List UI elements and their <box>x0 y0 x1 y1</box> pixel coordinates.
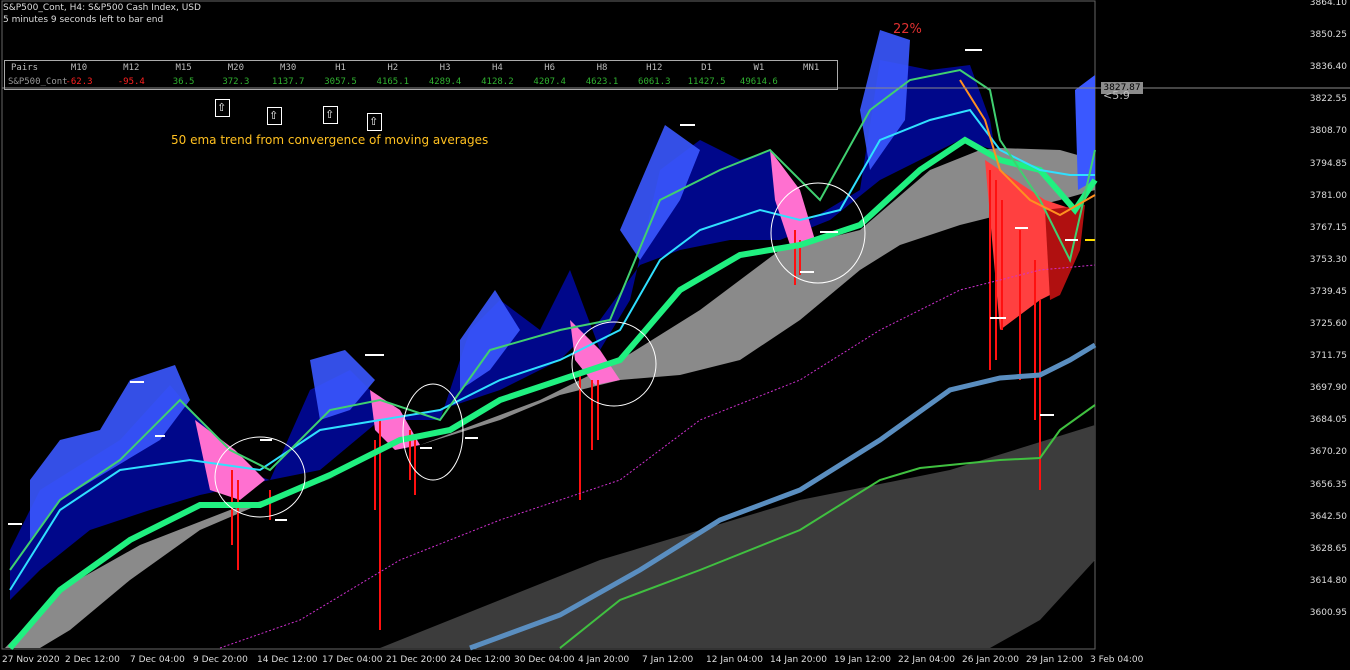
tf-header-mn1: MN1 <box>803 63 820 73</box>
price-tick: 3794.85 <box>1309 158 1347 169</box>
time-tick: 27 Nov 2020 <box>2 655 60 665</box>
time-tick: 14 Dec 12:00 <box>257 655 318 665</box>
time-tick: 7 Dec 04:00 <box>130 655 185 665</box>
price-tick: 3656.35 <box>1309 479 1347 490</box>
price-tick: 3711.75 <box>1309 351 1347 362</box>
time-tick: 3 Feb 04:00 <box>1090 655 1144 665</box>
tf-value-d1: 11427.5 <box>687 77 726 87</box>
tf-header-m30: M30 <box>280 63 297 73</box>
time-tick: 29 Jan 12:00 <box>1026 655 1083 665</box>
price-tick: 3642.50 <box>1309 511 1347 522</box>
countdown-timer: <5:9 <box>1103 89 1130 102</box>
tf-header-d1: D1 <box>701 63 713 73</box>
time-tick: 14 Jan 20:00 <box>770 655 827 665</box>
price-tick: 3753.30 <box>1309 254 1347 265</box>
time-tick: 21 Dec 20:00 <box>386 655 447 665</box>
tf-value-w1: 49614.6 <box>739 77 778 87</box>
price-tick: 3767.15 <box>1309 222 1347 233</box>
price-axis[interactable]: 3864.10 3850.25 3836.40 3822.55 3808.70 3794.… <box>1096 0 1350 670</box>
up-arrow-icon <box>367 113 382 131</box>
tf-header-m12: M12 <box>123 63 140 73</box>
price-tick: 3628.65 <box>1309 543 1347 554</box>
tf-value-m12: -95.4 <box>117 77 145 87</box>
timeframe-strength-panel: Pairs S&P500_Cont M10 -62.3 M12 -95.4 M15 36.… <box>4 60 838 90</box>
annotation-note: 50 ema trend from convergence of moving … <box>171 133 489 147</box>
tf-value-m20: 372.3 <box>222 77 250 87</box>
long-ma-cloud <box>380 425 1095 648</box>
time-tick: 2 Dec 12:00 <box>65 655 120 665</box>
tf-value-h8: 4623.1 <box>585 77 619 87</box>
price-tick: 3614.80 <box>1309 575 1347 586</box>
price-tick: 3739.45 <box>1309 286 1347 297</box>
tf-value-h2: 4165.1 <box>376 77 410 87</box>
price-tick: 3808.70 <box>1309 126 1347 137</box>
price-tick: 3864.10 <box>1309 0 1347 8</box>
time-tick: 4 Jan 20:00 <box>578 655 630 665</box>
time-tick: 7 Jan 12:00 <box>642 655 694 665</box>
up-arrow-icon <box>267 107 282 125</box>
price-tick: 3836.40 <box>1309 62 1347 73</box>
time-tick: 9 Dec 20:00 <box>193 655 248 665</box>
percent-label: 22% <box>893 22 922 37</box>
time-tick: 17 Dec 04:00 <box>322 655 383 665</box>
tf-value-m30: 1137.7 <box>271 77 305 87</box>
price-tick: 3697.90 <box>1309 383 1347 394</box>
up-arrow-icon <box>323 106 338 124</box>
tf-header-h8: H8 <box>596 63 608 73</box>
price-tick: 3725.60 <box>1309 319 1347 329</box>
bar-timer-text: 5 minutes 9 seconds left to bar end <box>3 15 164 25</box>
time-tick: 19 Jan 12:00 <box>834 655 891 665</box>
tf-header-m20: M20 <box>227 63 245 73</box>
tf-header-m10: M10 <box>70 63 88 73</box>
price-tick: 3600.95 <box>1309 607 1347 618</box>
price-tick: 3684.05 <box>1309 415 1347 426</box>
up-arrow-icon <box>215 99 230 117</box>
bull-candles-6 <box>1075 75 1095 190</box>
time-tick: 26 Jan 20:00 <box>962 655 1019 665</box>
tf-header-w1: W1 <box>753 63 765 73</box>
tf-value-h6: 4207.4 <box>533 77 566 87</box>
tf-header-h12: H12 <box>646 63 663 73</box>
tf-header-h3: H3 <box>439 63 451 73</box>
price-tick: 3850.25 <box>1309 30 1347 41</box>
price-tick: 3781.00 <box>1309 190 1347 201</box>
tf-value-m10: -62.3 <box>65 77 93 87</box>
time-tick: 30 Dec 04:00 <box>514 655 575 665</box>
tf-value-m15: 36.5 <box>172 77 195 87</box>
price-tick: 3822.55 <box>1309 94 1347 105</box>
time-tick: 12 Jan 04:00 <box>706 655 763 665</box>
tf-value-h4: 4128.2 <box>481 77 514 87</box>
time-tick: 22 Jan 04:00 <box>898 655 955 665</box>
tf-header-h6: H6 <box>544 63 556 73</box>
tf-header-h2: H2 <box>387 63 399 73</box>
tf-header-m15: M15 <box>175 63 192 73</box>
chart-symbol-header: S&P500_Cont, H4: S&P500 Cash Index, USD <box>3 3 201 13</box>
time-tick: 24 Dec 12:00 <box>450 655 511 665</box>
pairs-header: Pairs <box>11 63 39 73</box>
tf-header-h1: H1 <box>335 63 346 73</box>
price-tick: 3670.20 <box>1309 447 1347 458</box>
tf-value-h12: 6061.3 <box>638 77 671 87</box>
tf-value-h3: 4289.4 <box>428 77 462 87</box>
tf-header-h4: H4 <box>491 63 503 73</box>
tf-value-h1: 3057.5 <box>324 77 357 87</box>
